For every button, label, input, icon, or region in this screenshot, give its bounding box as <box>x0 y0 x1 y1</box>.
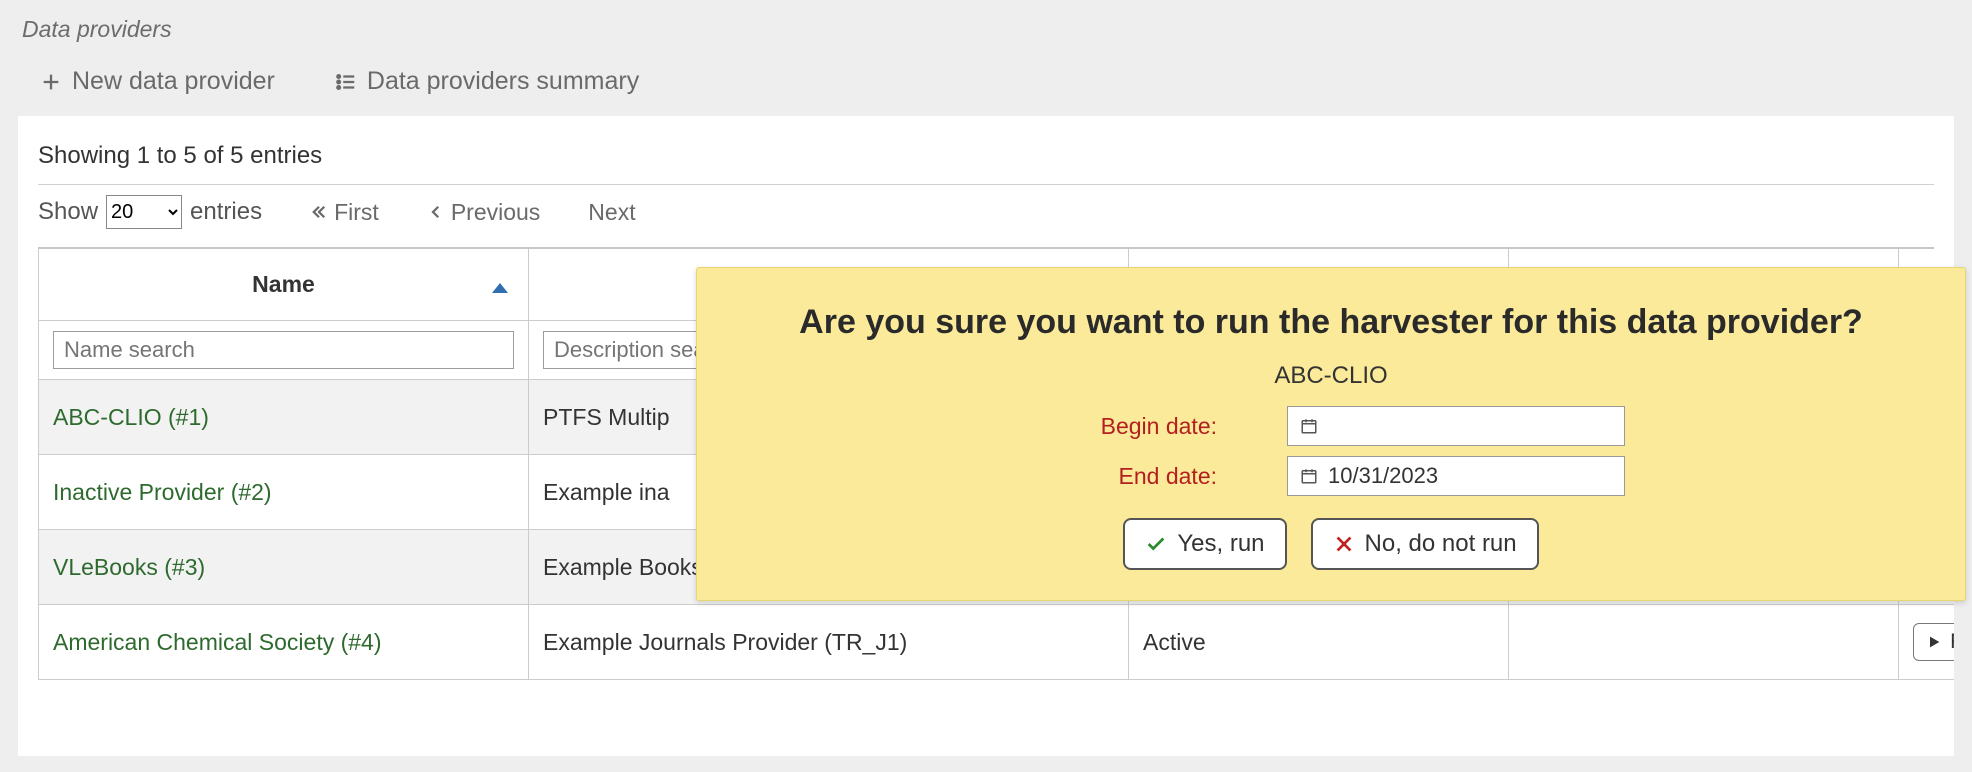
entries-info: Showing 1 to 5 of 5 entries <box>38 136 1934 184</box>
pager-first[interactable]: First <box>310 199 379 226</box>
confirm-run-dialog: Are you sure you want to run the harvest… <box>696 267 1966 601</box>
new-data-provider-link[interactable]: New data provider <box>40 67 275 96</box>
dialog-buttons: Yes, run No, do not run <box>737 518 1925 570</box>
yes-run-button[interactable]: Yes, run <box>1123 518 1286 570</box>
provider-status: Active <box>1129 605 1509 680</box>
page-size-select[interactable]: 20 <box>106 195 182 229</box>
pager-next-label: Next <box>588 199 635 226</box>
new-data-provider-label: New data provider <box>72 67 275 96</box>
pager-first-label: First <box>334 199 379 226</box>
begin-date-row: Begin date: <box>737 406 1925 446</box>
begin-date-input[interactable] <box>1287 406 1625 446</box>
run-now-label: Run now <box>1950 630 1954 654</box>
provider-actions: Run now <box>1899 605 1955 680</box>
pager-previous[interactable]: Previous <box>427 199 540 226</box>
table-controls: Show 20 entries First Previous Next <box>38 184 1934 249</box>
calendar-icon <box>1300 417 1318 435</box>
provider-name-link[interactable]: Inactive Provider (#2) <box>53 479 272 505</box>
pager-next[interactable]: Next <box>588 199 635 226</box>
run-now-button[interactable]: Run now <box>1913 623 1954 661</box>
end-date-value: 10/31/2023 <box>1328 463 1438 489</box>
end-date-label: End date: <box>1037 463 1217 490</box>
provider-name-link[interactable]: VLeBooks (#3) <box>53 554 205 580</box>
yes-run-label: Yes, run <box>1177 530 1264 558</box>
toolbar: New data provider Data providers summary <box>0 43 1972 116</box>
name-filter-input[interactable] <box>53 331 514 369</box>
provider-description: Example Journals Provider (TR_J1) <box>529 605 1129 680</box>
dialog-title: Are you sure you want to run the harvest… <box>737 300 1925 344</box>
no-run-label: No, do not run <box>1365 530 1517 558</box>
pager-previous-label: Previous <box>451 199 540 226</box>
check-icon <box>1145 533 1167 555</box>
no-run-button[interactable]: No, do not run <box>1311 518 1539 570</box>
list-icon <box>335 71 357 93</box>
data-providers-summary-label: Data providers summary <box>367 67 639 96</box>
provider-name-link[interactable]: American Chemical Society (#4) <box>53 629 382 655</box>
begin-date-label: Begin date: <box>1037 413 1217 440</box>
play-icon <box>1926 634 1942 650</box>
data-providers-summary-link[interactable]: Data providers summary <box>335 67 639 96</box>
calendar-icon <box>1300 467 1318 485</box>
dialog-provider-name: ABC-CLIO <box>737 362 1925 390</box>
show-entries: Show 20 entries <box>38 195 262 229</box>
plus-icon <box>40 71 62 93</box>
end-date-input[interactable]: 10/31/2023 <box>1287 456 1625 496</box>
table-row: American Chemical Society (#4) Example Jo… <box>39 605 1955 680</box>
x-icon <box>1333 533 1355 555</box>
chevron-left-icon <box>427 203 445 221</box>
col-header-name[interactable]: Name <box>39 249 529 321</box>
end-date-row: End date: 10/31/2023 <box>737 456 1925 496</box>
show-prefix: Show <box>38 198 98 226</box>
show-suffix: entries <box>190 198 262 226</box>
provider-last-run <box>1509 605 1899 680</box>
chevrons-left-icon <box>310 203 328 221</box>
provider-name-link[interactable]: ABC-CLIO (#1) <box>53 404 209 430</box>
breadcrumb: Data providers <box>0 0 1972 43</box>
